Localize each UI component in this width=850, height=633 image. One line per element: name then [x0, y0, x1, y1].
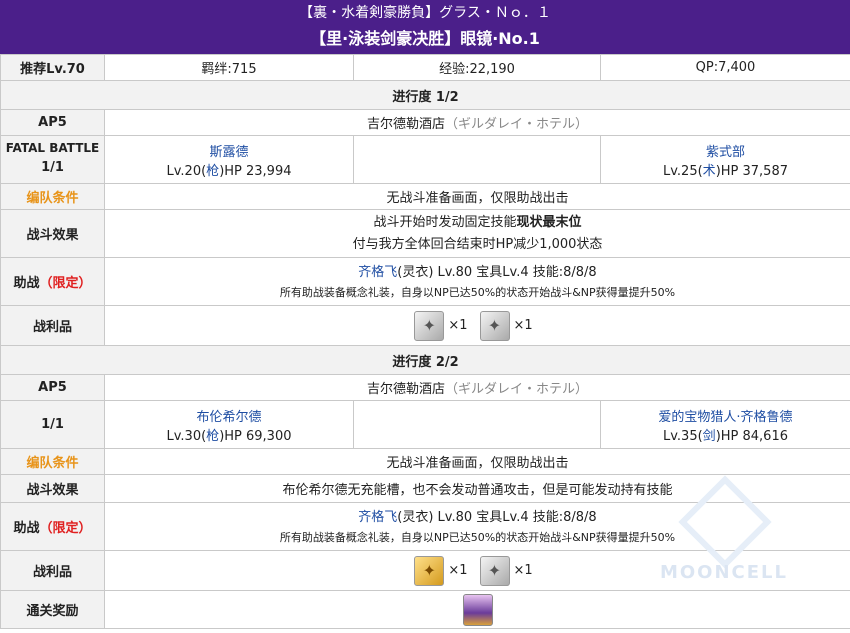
- stage-2-location: 吉尔德勒酒店（ギルダレイ・ホテル）: [104, 374, 850, 401]
- stage-2-enemy-empty: [353, 400, 601, 449]
- gold-material-icon[interactable]: ✦: [414, 555, 445, 586]
- drops-label: 战利品: [0, 305, 105, 346]
- stage-2-ap: AP5: [0, 374, 105, 401]
- enemy-name-link[interactable]: 紫式部: [601, 141, 850, 160]
- stage-1-enemy-row: FATAL BATTLE 1/1 斯露德 Lv.20(枪)HP 23,994 紫…: [0, 135, 850, 184]
- enemy-class-link[interactable]: 枪: [206, 429, 219, 444]
- enemy-name-link[interactable]: 爱的宝物猎人·齐格鲁德: [601, 406, 850, 425]
- formation-text: 无战斗准备画面，仅限助战出击: [104, 183, 850, 210]
- support-note: 所有助战装备概念礼装，自身以NP已达50%的状态开始战斗&NP获得量提升50%: [279, 285, 676, 299]
- stage-2-enemy-right: 爱的宝物猎人·齐格鲁德 Lv.35(剑)HP 84,616: [600, 400, 850, 449]
- support-label: 助战（限定）: [0, 257, 105, 306]
- stage-1-location-row: AP5 吉尔德勒酒店（ギルダレイ・ホテル）: [0, 109, 850, 136]
- stage-2-support-row: 助战（限定） 齐格飞(灵衣) Lv.80 宝具Lv.4 技能:8/8/8 所有助…: [0, 502, 850, 551]
- bond-value: 羁绊:715: [104, 54, 354, 81]
- stage-2-formation-row: 编队条件 无战斗准备画面，仅限助战出击: [0, 448, 850, 475]
- stage-1-formation-row: 编队条件 无战斗准备画面，仅限助战出击: [0, 183, 850, 210]
- quest-table: 推荐Lv.70 羁绊:715 经验:22,190 QP:7,400 进行度 1/…: [0, 54, 850, 629]
- summary-row: 推荐Lv.70 羁绊:715 经验:22,190 QP:7,400: [0, 54, 850, 81]
- servant-portrait-icon[interactable]: [462, 593, 493, 626]
- enemy-stats: Lv.25(术)HP 37,587: [662, 163, 788, 179]
- enemy-class-link[interactable]: 剑: [703, 429, 716, 444]
- stage-2-clear-reward-row: 通关奖励: [0, 590, 850, 629]
- stage-2-wave: 1/1: [0, 400, 105, 449]
- effect-text: 布伦希尔德无充能槽，也不会发动普通攻击，但是可能发动持有技能: [104, 474, 850, 503]
- stage-1-title: 进行度 1/2: [0, 80, 850, 110]
- stage-1-enemy-right: 紫式部 Lv.25(术)HP 37,587: [600, 135, 850, 184]
- stage-2-location-row: AP5 吉尔德勒酒店（ギルダレイ・ホテル）: [0, 374, 850, 401]
- quest-title-cn: 【里·泳装剑豪决胜】眼镜·No.1: [310, 29, 540, 48]
- quest-header: 【裏・水着剣豪勝負】グラス・Ｎｏ．１ 【里·泳装剑豪决胜】眼镜·No.1: [0, 0, 850, 54]
- stage-1-title-row: 进行度 1/2: [0, 80, 850, 110]
- enemy-stats: Lv.20(枪)HP 23,994: [166, 163, 292, 179]
- stage-2-title: 进行度 2/2: [0, 345, 850, 375]
- effect-label: 战斗效果: [0, 209, 105, 258]
- stage-1-location: 吉尔德勒酒店（ギルダレイ・ホテル）: [104, 109, 850, 136]
- support-servant-link[interactable]: 齐格飞: [358, 510, 397, 525]
- effect-label: 战斗效果: [0, 474, 105, 503]
- clear-reward-label: 通关奖励: [0, 590, 105, 629]
- stage-1-battle-label: FATAL BATTLE 1/1: [0, 135, 105, 184]
- silver-material-icon[interactable]: ✦: [414, 310, 445, 341]
- stage-1-effect-row: 战斗效果 战斗开始时发动固定技能现状最末位 付与我方全体回合结束时HP减少1,0…: [0, 209, 850, 258]
- exp-value: 经验:22,190: [353, 54, 601, 81]
- enemy-name-link[interactable]: 斯露德: [105, 141, 353, 160]
- qp-value: QP:7,400: [600, 54, 850, 81]
- stage-2-enemy-row: 1/1 布伦希尔德 Lv.30(枪)HP 69,300 爱的宝物猎人·齐格鲁德 …: [0, 400, 850, 449]
- clear-reward: [104, 590, 850, 629]
- drops-label: 战利品: [0, 550, 105, 591]
- stage-2-enemy-left: 布伦希尔德 Lv.30(枪)HP 69,300: [104, 400, 354, 449]
- stage-1-enemy-left: 斯露德 Lv.20(枪)HP 23,994: [104, 135, 354, 184]
- formation-label: 编队条件: [0, 183, 105, 210]
- stage-1-drops-row: 战利品 ✦ ×1 ✦ ×1: [0, 305, 850, 346]
- stage-1-wave: 1/1: [41, 159, 64, 175]
- effect-text: 战斗开始时发动固定技能现状最末位 付与我方全体回合结束时HP减少1,000状态: [104, 209, 850, 258]
- support-servant-link[interactable]: 齐格飞: [358, 265, 397, 280]
- enemy-class-link[interactable]: 术: [703, 164, 716, 179]
- silver-material-icon[interactable]: ✦: [479, 555, 510, 586]
- formation-text: 无战斗准备画面，仅限助战出击: [104, 448, 850, 475]
- stage-2-effect-row: 战斗效果 布伦希尔德无充能槽，也不会发动普通攻击，但是可能发动持有技能: [0, 474, 850, 503]
- silver-material-icon[interactable]: ✦: [479, 310, 510, 341]
- drops-list: ✦ ×1 ✦ ×1: [104, 550, 850, 591]
- stage-1-location-jp: （ギルダレイ・ホテル）: [445, 117, 589, 132]
- enemy-stats: Lv.30(枪)HP 69,300: [166, 428, 292, 444]
- quest-title-jp: 【裏・水着剣豪勝負】グラス・Ｎｏ．１: [299, 5, 551, 21]
- enemy-stats: Lv.35(剑)HP 84,616: [662, 428, 788, 444]
- support-label: 助战（限定）: [0, 502, 105, 551]
- limited-tag: （限定）: [39, 521, 92, 536]
- support-info: 齐格飞(灵衣) Lv.80 宝具Lv.4 技能:8/8/8 所有助战装备概念礼装…: [104, 257, 850, 306]
- support-info: 齐格飞(灵衣) Lv.80 宝具Lv.4 技能:8/8/8 所有助战装备概念礼装…: [104, 502, 850, 551]
- enemy-class-link[interactable]: 枪: [206, 164, 219, 179]
- formation-label: 编队条件: [0, 448, 105, 475]
- recommended-level: 推荐Lv.70: [0, 54, 105, 81]
- stage-2-drops-row: 战利品 ✦ ×1 ✦ ×1: [0, 550, 850, 591]
- support-note: 所有助战装备概念礼装，自身以NP已达50%的状态开始战斗&NP获得量提升50%: [279, 530, 676, 544]
- effect-skill-name: 现状最末位: [516, 214, 582, 230]
- limited-tag: （限定）: [39, 276, 92, 291]
- fatal-battle-label: FATAL BATTLE: [5, 140, 100, 155]
- stage-2-title-row: 进行度 2/2: [0, 345, 850, 375]
- enemy-name-link[interactable]: 布伦希尔德: [105, 406, 353, 425]
- stage-1-enemy-empty: [353, 135, 601, 184]
- stage-1-location-cn: 吉尔德勒酒店: [366, 117, 445, 132]
- stage-1-support-row: 助战（限定） 齐格飞(灵衣) Lv.80 宝具Lv.4 技能:8/8/8 所有助…: [0, 257, 850, 306]
- stage-1-ap: AP5: [0, 109, 105, 136]
- drops-list: ✦ ×1 ✦ ×1: [104, 305, 850, 346]
